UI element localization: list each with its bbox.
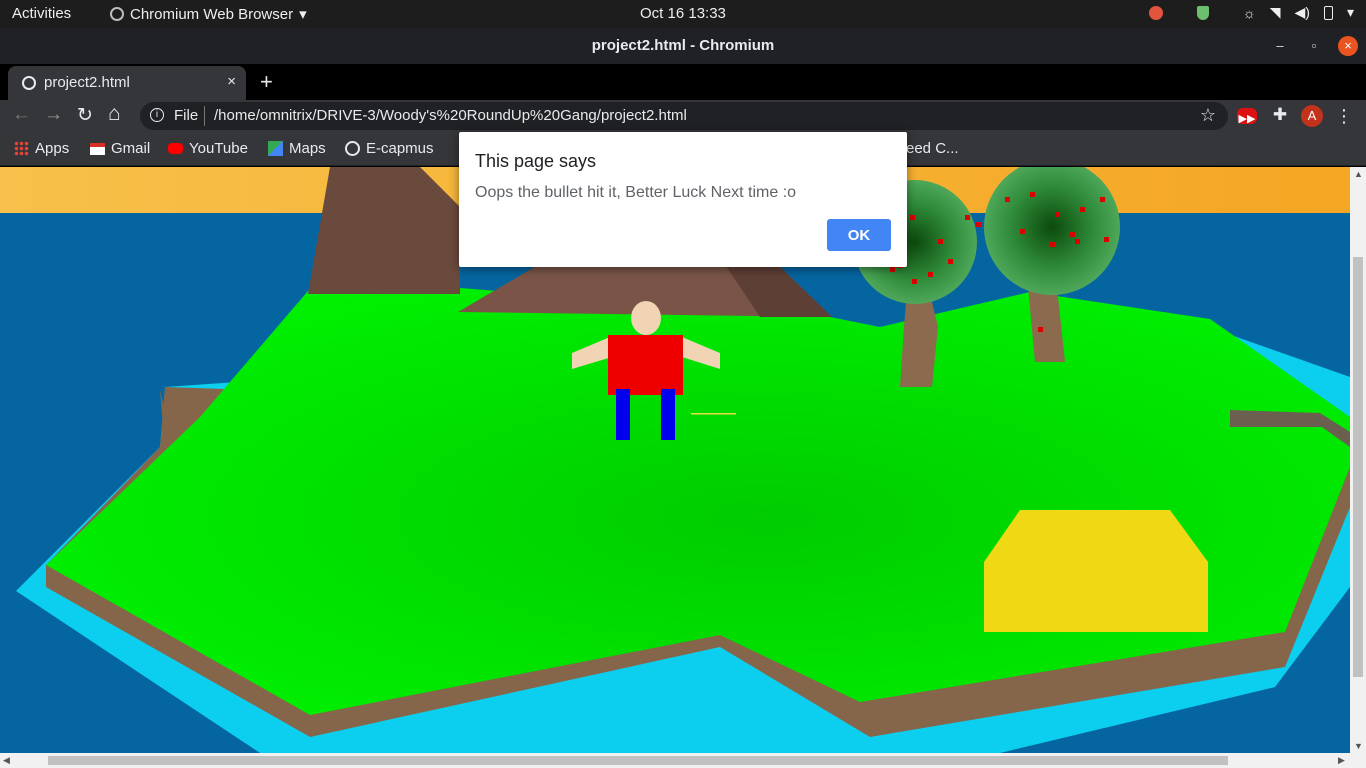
vertical-scrollbar[interactable]: ▲ ▼ — [1350, 167, 1366, 753]
app-menu[interactable]: Chromium Web Browser ▾ — [110, 5, 307, 23]
scroll-right-icon[interactable]: ▶ — [1338, 755, 1345, 766]
url-scheme: File — [174, 107, 199, 124]
scrollbar-thumb[interactable] — [48, 756, 1228, 765]
player-shirt — [608, 335, 683, 395]
tab-label: project2.html — [44, 74, 130, 91]
bookmark-label: Maps — [289, 140, 326, 157]
bookmark-star-icon[interactable]: ☆ — [1200, 105, 1216, 126]
mountain-left — [308, 167, 460, 294]
shield-icon[interactable] — [1196, 5, 1209, 20]
sand-patch — [984, 510, 1208, 632]
chevron-down-icon[interactable]: ▾ — [1347, 4, 1354, 21]
system-top-bar: Activities Chromium Web Browser ▾ Oct 16… — [0, 0, 1366, 28]
tab-project2[interactable]: project2.html × — [8, 66, 246, 100]
apps-grid-icon — [14, 141, 29, 156]
address-bar[interactable]: i File /home/omnitrix/DRIVE-3/Woody's%20… — [140, 102, 1228, 130]
maps-icon — [268, 141, 283, 156]
horizontal-scrollbar[interactable]: ◀ ▶ — [0, 753, 1366, 768]
bookmark-ecapmus[interactable]: E-capmus — [345, 140, 434, 157]
alert-dialog: This page says Oops the bullet hit it, B… — [459, 132, 907, 267]
activities-button[interactable]: Activities — [12, 5, 71, 22]
chevron-down-icon: ▾ — [299, 6, 307, 23]
back-arrow-icon[interactable]: ← — [12, 104, 31, 126]
forward-arrow-icon[interactable]: → — [44, 104, 63, 126]
window-title: project2.html - Chromium — [591, 37, 775, 54]
volume-icon[interactable]: ◀) — [1295, 4, 1310, 21]
bookmark-label: Apps — [35, 140, 70, 157]
divider — [204, 106, 205, 126]
chrome-status-icon[interactable] — [1148, 5, 1163, 20]
chromium-icon — [110, 7, 124, 21]
scroll-up-icon[interactable]: ▲ — [1354, 169, 1363, 179]
scroll-left-icon[interactable]: ◀ — [3, 755, 10, 766]
bookmark-overflow[interactable]: eed C... — [906, 140, 959, 157]
reload-icon[interactable]: ↻ — [77, 104, 93, 127]
minimize-button[interactable]: – — [1270, 36, 1290, 56]
clock[interactable]: Oct 16 13:33 — [640, 5, 726, 22]
youtube-icon — [168, 143, 183, 154]
profile-avatar[interactable]: A — [1301, 105, 1323, 127]
window-title-bar: project2.html - Chromium – ▫ × — [0, 28, 1366, 64]
extension-red-icon[interactable]: ▶▶ — [1237, 108, 1257, 125]
gmail-icon — [90, 142, 105, 155]
player-leg-left — [616, 389, 630, 440]
close-window-button[interactable]: × — [1338, 36, 1358, 56]
more-menu-icon[interactable]: ⋮ — [1333, 105, 1355, 127]
extensions-puzzle-icon[interactable]: ✚ — [1269, 105, 1291, 127]
player-leg-right — [661, 389, 675, 440]
dialog-message: Oops the bullet hit it, Better Luck Next… — [475, 184, 797, 201]
bookmark-label: E-capmus — [366, 140, 434, 157]
bookmark-apps[interactable]: Apps — [14, 140, 69, 157]
app-menu-label: Chromium Web Browser — [130, 5, 294, 23]
tab-close-icon[interactable]: × — [227, 73, 236, 90]
home-icon[interactable]: ⌂ — [108, 102, 121, 126]
bookmark-gmail[interactable]: Gmail — [90, 140, 150, 157]
tab-strip: project2.html × + — [0, 64, 1366, 100]
globe-icon — [345, 141, 360, 156]
bookmark-label: YouTube — [189, 140, 248, 157]
player-head — [631, 301, 661, 335]
wifi-icon[interactable]: ◥ — [1270, 4, 1281, 21]
bookmark-label: Gmail — [111, 140, 151, 157]
bookmark-maps[interactable]: Maps — [268, 140, 326, 157]
dialog-title: This page says — [475, 151, 597, 171]
maximize-button[interactable]: ▫ — [1304, 36, 1324, 56]
url-text[interactable]: /home/omnitrix/DRIVE-3/Woody's%20RoundUp… — [214, 107, 687, 124]
bullet — [691, 413, 736, 415]
info-icon[interactable]: i — [150, 108, 164, 122]
battery-icon[interactable] — [1323, 5, 1333, 20]
bookmark-youtube[interactable]: YouTube — [168, 140, 248, 157]
scrollbar-thumb[interactable] — [1353, 257, 1363, 677]
scroll-down-icon[interactable]: ▼ — [1354, 741, 1363, 751]
system-tray[interactable]: ☼ ◥ ◀) ▾ — [1148, 4, 1354, 21]
globe-icon — [22, 76, 36, 90]
brightness-icon[interactable]: ☼ — [1243, 5, 1256, 21]
ok-button[interactable]: OK — [827, 219, 891, 251]
browser-toolbar: ← → ↻ ⌂ i File /home/omnitrix/DRIVE-3/Wo… — [0, 100, 1366, 132]
new-tab-button[interactable]: + — [260, 69, 273, 95]
